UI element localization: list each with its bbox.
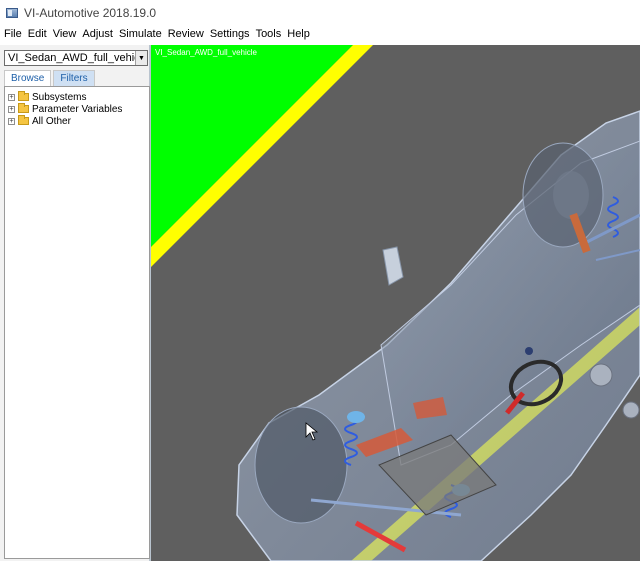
tree-item-parameter-variables[interactable]: + Parameter Variables [5, 103, 149, 115]
menu-tools[interactable]: Tools [253, 28, 285, 40]
menu-simulate[interactable]: Simulate [116, 28, 165, 40]
title-bar: VI-Automotive 2018.19.0 [0, 0, 640, 25]
menu-file[interactable]: File [0, 28, 25, 40]
front-strut-top [347, 411, 365, 423]
3d-viewport[interactable]: VI_Sedan_AWD_full_vehicle [151, 45, 640, 561]
front-wheel [254, 406, 348, 524]
tree-item-subsystems[interactable]: + Subsystems [5, 91, 149, 103]
tab-browse[interactable]: Browse [4, 70, 52, 86]
expand-icon[interactable]: + [8, 105, 15, 113]
menu-view[interactable]: View [50, 28, 80, 40]
browser-tabs: Browse Filters [4, 70, 97, 86]
menu-settings[interactable]: Settings [207, 28, 253, 40]
model-select-dropdown[interactable]: VI_Sedan_AWD_full_vehicle ▼ [4, 50, 148, 66]
folder-icon [18, 103, 29, 113]
viewport-model-label: VI_Sedan_AWD_full_vehicle [155, 48, 257, 57]
tab-filters[interactable]: Filters [53, 70, 95, 86]
tree-item-label: Subsystems [32, 91, 87, 103]
tree-item-label: Parameter Variables [32, 103, 123, 115]
app-icon [6, 7, 18, 18]
menu-edit[interactable]: Edit [25, 28, 50, 40]
side-bushing [622, 401, 640, 419]
side-mirror [382, 246, 404, 286]
steering-knob [525, 347, 533, 355]
model-tree: + Subsystems + Parameter Variables + All… [4, 86, 150, 559]
folder-icon [18, 115, 29, 125]
folder-icon [18, 91, 29, 101]
rear-bushing [589, 363, 613, 387]
tree-item-all-other[interactable]: + All Other [5, 115, 149, 127]
tree-item-label: All Other [32, 115, 71, 127]
vehicle-scene [151, 45, 640, 561]
menu-help[interactable]: Help [284, 28, 313, 40]
dropdown-arrow-icon[interactable]: ▼ [135, 51, 147, 65]
model-browser-panel: VI_Sedan_AWD_full_vehicle ▼ Browse Filte… [0, 45, 151, 561]
expand-icon[interactable]: + [8, 93, 15, 101]
menu-bar: File Edit View Adjust Simulate Review Se… [0, 25, 640, 43]
model-select-value: VI_Sedan_AWD_full_vehicle [8, 52, 135, 64]
expand-icon[interactable]: + [8, 117, 15, 125]
rear-wheel-hub [553, 171, 589, 219]
menu-adjust[interactable]: Adjust [79, 28, 116, 40]
menu-review[interactable]: Review [165, 28, 207, 40]
window-title: VI-Automotive 2018.19.0 [24, 5, 157, 20]
